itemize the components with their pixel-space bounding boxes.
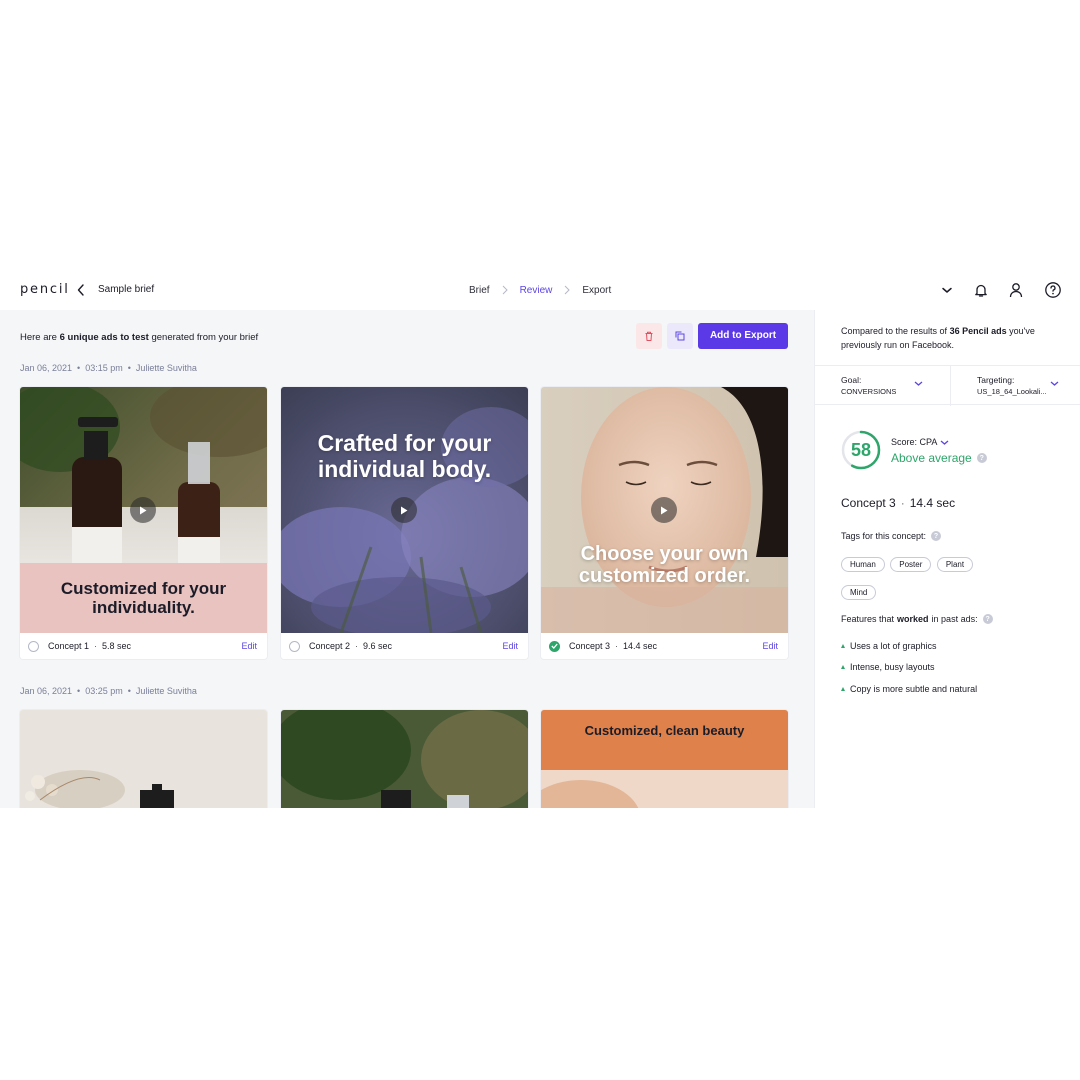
ad-card[interactable]: Customized, clean beauty	[541, 710, 788, 808]
select-radio[interactable]	[289, 640, 300, 652]
ad-headline: Choose your own customized order.	[578, 543, 751, 588]
brief-title: Sample brief	[98, 284, 155, 295]
filter-bar: Goal: CONVERSIONS Targeting: US_18_64_Lo…	[815, 365, 1080, 406]
compare-text: Compared to the results of 36 Pencil ads…	[841, 326, 1035, 350]
play-button[interactable]	[391, 497, 417, 523]
play-button[interactable]	[130, 497, 156, 523]
dried-flowers-image	[20, 710, 267, 808]
ad-card[interactable]	[281, 710, 528, 808]
help-icon[interactable]: ?	[931, 531, 942, 541]
help-icon[interactable]	[1044, 281, 1062, 299]
concept-name: Concept 1	[48, 641, 90, 651]
ad-card[interactable]: Customized for your individuality. Conce…	[20, 387, 267, 659]
ad-preview[interactable]: Customized for your individuality.	[20, 387, 267, 633]
tag-list: Human Poster Plant Mind	[841, 554, 991, 610]
trash-icon	[645, 331, 653, 341]
play-button[interactable]	[651, 497, 677, 523]
step-export[interactable]: Export	[582, 285, 611, 296]
score-status: Above average?	[891, 451, 987, 465]
tag[interactable]: Mind	[841, 585, 877, 600]
checkmark-icon	[551, 643, 558, 649]
ad-preview[interactable]	[281, 710, 528, 808]
tag[interactable]: Human	[841, 557, 885, 572]
play-icon	[401, 506, 408, 514]
duplicate-button[interactable]	[667, 323, 693, 349]
play-icon	[140, 506, 147, 514]
chevron-right-icon	[502, 285, 508, 295]
pencil-logo: pencil	[20, 282, 70, 297]
card-footer: Concept 2 · 9.6 sec Edit	[281, 633, 528, 659]
up-triangle-icon	[841, 665, 845, 670]
card-footer: Concept 3 · 14.4 sec Edit	[541, 633, 788, 659]
chevron-right-icon	[565, 285, 571, 295]
feature-item: Intense, busy layouts	[841, 657, 977, 679]
back-chevron-icon[interactable]	[74, 280, 88, 300]
play-icon	[661, 506, 668, 514]
intro-text: Here are 6 unique ads to test generated …	[20, 332, 259, 343]
feature-item: Copy is more subtle and natural	[841, 678, 977, 700]
edit-link[interactable]: Edit	[502, 641, 518, 651]
features-heading: Features that worked in past ads:?	[841, 614, 993, 624]
step-breadcrumb: Brief Review Export	[469, 283, 611, 297]
bell-icon[interactable]	[972, 281, 990, 299]
concept-duration: 9.6 sec	[363, 641, 393, 651]
step-review[interactable]: Review	[520, 285, 553, 296]
add-to-export-button[interactable]: Add to Export	[698, 323, 788, 349]
concept-duration: 5.8 sec	[102, 641, 132, 651]
review-main: Here are 6 unique ads to test generated …	[0, 310, 814, 808]
concept-name: Concept 2	[309, 641, 351, 651]
app-window: pencil Sample brief Brief Review Export …	[0, 270, 1080, 808]
ad-card[interactable]	[20, 710, 267, 808]
chevron-down-icon[interactable]	[938, 281, 956, 299]
chevron-down-icon	[940, 440, 949, 445]
ad-preview[interactable]: Customized, clean beauty	[541, 710, 788, 808]
edit-link[interactable]: Edit	[241, 641, 257, 651]
chevron-down-icon[interactable]	[914, 380, 923, 387]
user-icon[interactable]	[1007, 281, 1025, 299]
score-metric-dropdown[interactable]: Score: CPA	[891, 437, 949, 447]
feature-item: Uses a lot of graphics	[841, 635, 977, 657]
copy-icon	[675, 331, 685, 341]
chevron-down-icon[interactable]	[1050, 380, 1059, 387]
ad-preview[interactable]: Crafted for your individual body.	[281, 387, 528, 633]
ad-preview[interactable]: Choose your own customized order.	[541, 387, 788, 633]
group-meta: Jan 06, 2021 • 03:15 pm • Juliette Suvitha	[20, 363, 197, 373]
tag[interactable]: Plant	[936, 557, 974, 572]
ad-headline: Customized, clean beauty	[584, 723, 745, 738]
top-navigation: pencil Sample brief Brief Review Export	[0, 270, 1080, 310]
selected-check[interactable]	[549, 640, 560, 652]
ad-card[interactable]: Crafted for your individual body. Concep…	[281, 387, 528, 659]
selected-concept-title: Concept 3 · 14.4 sec	[841, 496, 956, 510]
ad-preview[interactable]	[20, 710, 267, 808]
help-icon[interactable]: ?	[976, 453, 987, 463]
score-value: 58	[850, 440, 872, 460]
ad-headline: Customized for your individuality.	[60, 579, 227, 618]
group-meta: Jan 06, 2021 • 03:25 pm • Juliette Suvitha	[20, 686, 197, 696]
select-radio[interactable]	[28, 640, 39, 652]
goal-dropdown[interactable]: Goal: CONVERSIONS	[841, 375, 951, 397]
score-panel: Compared to the results of 36 Pencil ads…	[814, 310, 1080, 808]
tag[interactable]: Poster	[890, 557, 932, 572]
ad-headline: Crafted for your individual body.	[317, 430, 492, 482]
edit-link[interactable]: Edit	[762, 641, 778, 651]
up-triangle-icon	[841, 686, 845, 691]
step-brief[interactable]: Brief	[469, 285, 490, 296]
concept-name: Concept 3	[569, 641, 611, 651]
feature-list: Uses a lot of graphics Intense, busy lay…	[841, 635, 977, 700]
plant-bottles-image	[281, 710, 528, 808]
card-footer: Concept 1 · 5.8 sec Edit	[20, 633, 267, 659]
help-icon[interactable]: ?	[982, 614, 993, 624]
concept-duration: 14.4 sec	[623, 641, 658, 651]
delete-button[interactable]	[636, 323, 662, 349]
ad-card[interactable]: Choose your own customized order. Concep…	[541, 387, 788, 659]
up-triangle-icon	[841, 643, 845, 648]
tags-heading: Tags for this concept:?	[841, 531, 942, 541]
